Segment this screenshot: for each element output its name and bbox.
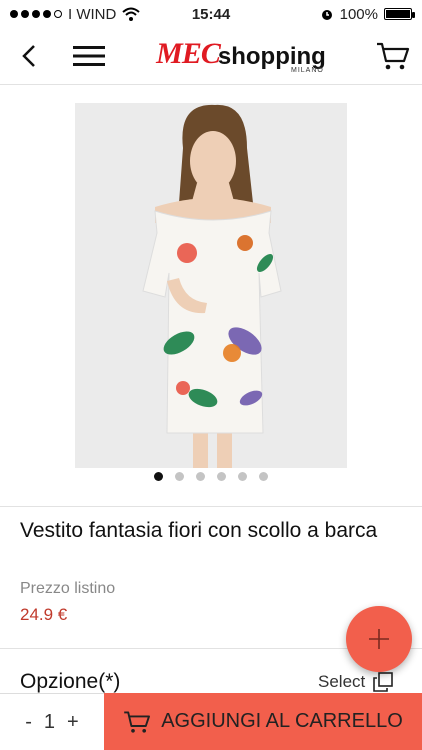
logo-subtitle: MILANO [291,66,324,74]
option-select[interactable]: Select [318,672,394,692]
app-header: MEC shopping MILANO [0,28,422,84]
bottom-bar: - 1 + AGGIUNGI AL CARRELLO [0,693,422,750]
product-photo [75,103,347,468]
option-label: Opzione(*) [20,670,121,693]
copy-icon [373,672,394,692]
battery-info: 100% [320,5,415,23]
clock: 15:44 [191,5,231,23]
pager-dot[interactable] [154,472,163,481]
cart-icon [124,710,151,733]
product-price: 24.9 € [20,605,68,624]
product-image[interactable] [75,103,347,468]
add-to-cart-button[interactable]: AGGIUNGI AL CARRELLO [104,693,422,750]
battery-icon [384,8,415,20]
price-label: Prezzo listino [20,580,116,597]
pager-dot[interactable] [238,472,247,481]
qty-value: 1 [43,710,56,733]
alarm-icon [321,10,332,20]
brand-logo[interactable]: MEC shopping MILANO [156,36,326,74]
wifi-icon [122,7,140,21]
image-divider [0,506,422,507]
status-bar: I WIND 15:44 100% [0,0,422,28]
add-fab-button[interactable] [346,606,412,672]
image-pager [0,472,422,481]
qty-decrease-button[interactable]: - [25,711,32,734]
header-divider [0,84,422,85]
quantity-stepper: - 1 + [0,693,104,750]
carrier-info: I WIND [10,6,140,23]
qty-increase-button[interactable]: + [67,711,79,734]
product-title: Vestito fantasia fiori con scollo a barc… [20,519,378,542]
pager-dot[interactable] [196,472,205,481]
hamburger-icon [73,46,105,66]
pager-dot[interactable] [259,472,268,481]
option-select-label: Select [318,672,366,691]
cart-icon [377,42,410,70]
signal-icon [10,10,62,18]
plus-icon [369,629,389,649]
cart-button[interactable] [376,39,410,73]
logo-text: shopping [217,42,326,70]
menu-button[interactable] [72,39,106,73]
battery-percent: 100% [339,5,378,23]
carrier-name: I WIND [68,5,117,23]
chevron-left-icon [22,45,35,67]
pager-dot[interactable] [175,472,184,481]
logo-mark: MEC [156,36,221,70]
back-button[interactable] [12,39,46,73]
add-to-cart-label: AGGIUNGI AL CARRELLO [161,710,403,732]
pager-dot[interactable] [217,472,226,481]
